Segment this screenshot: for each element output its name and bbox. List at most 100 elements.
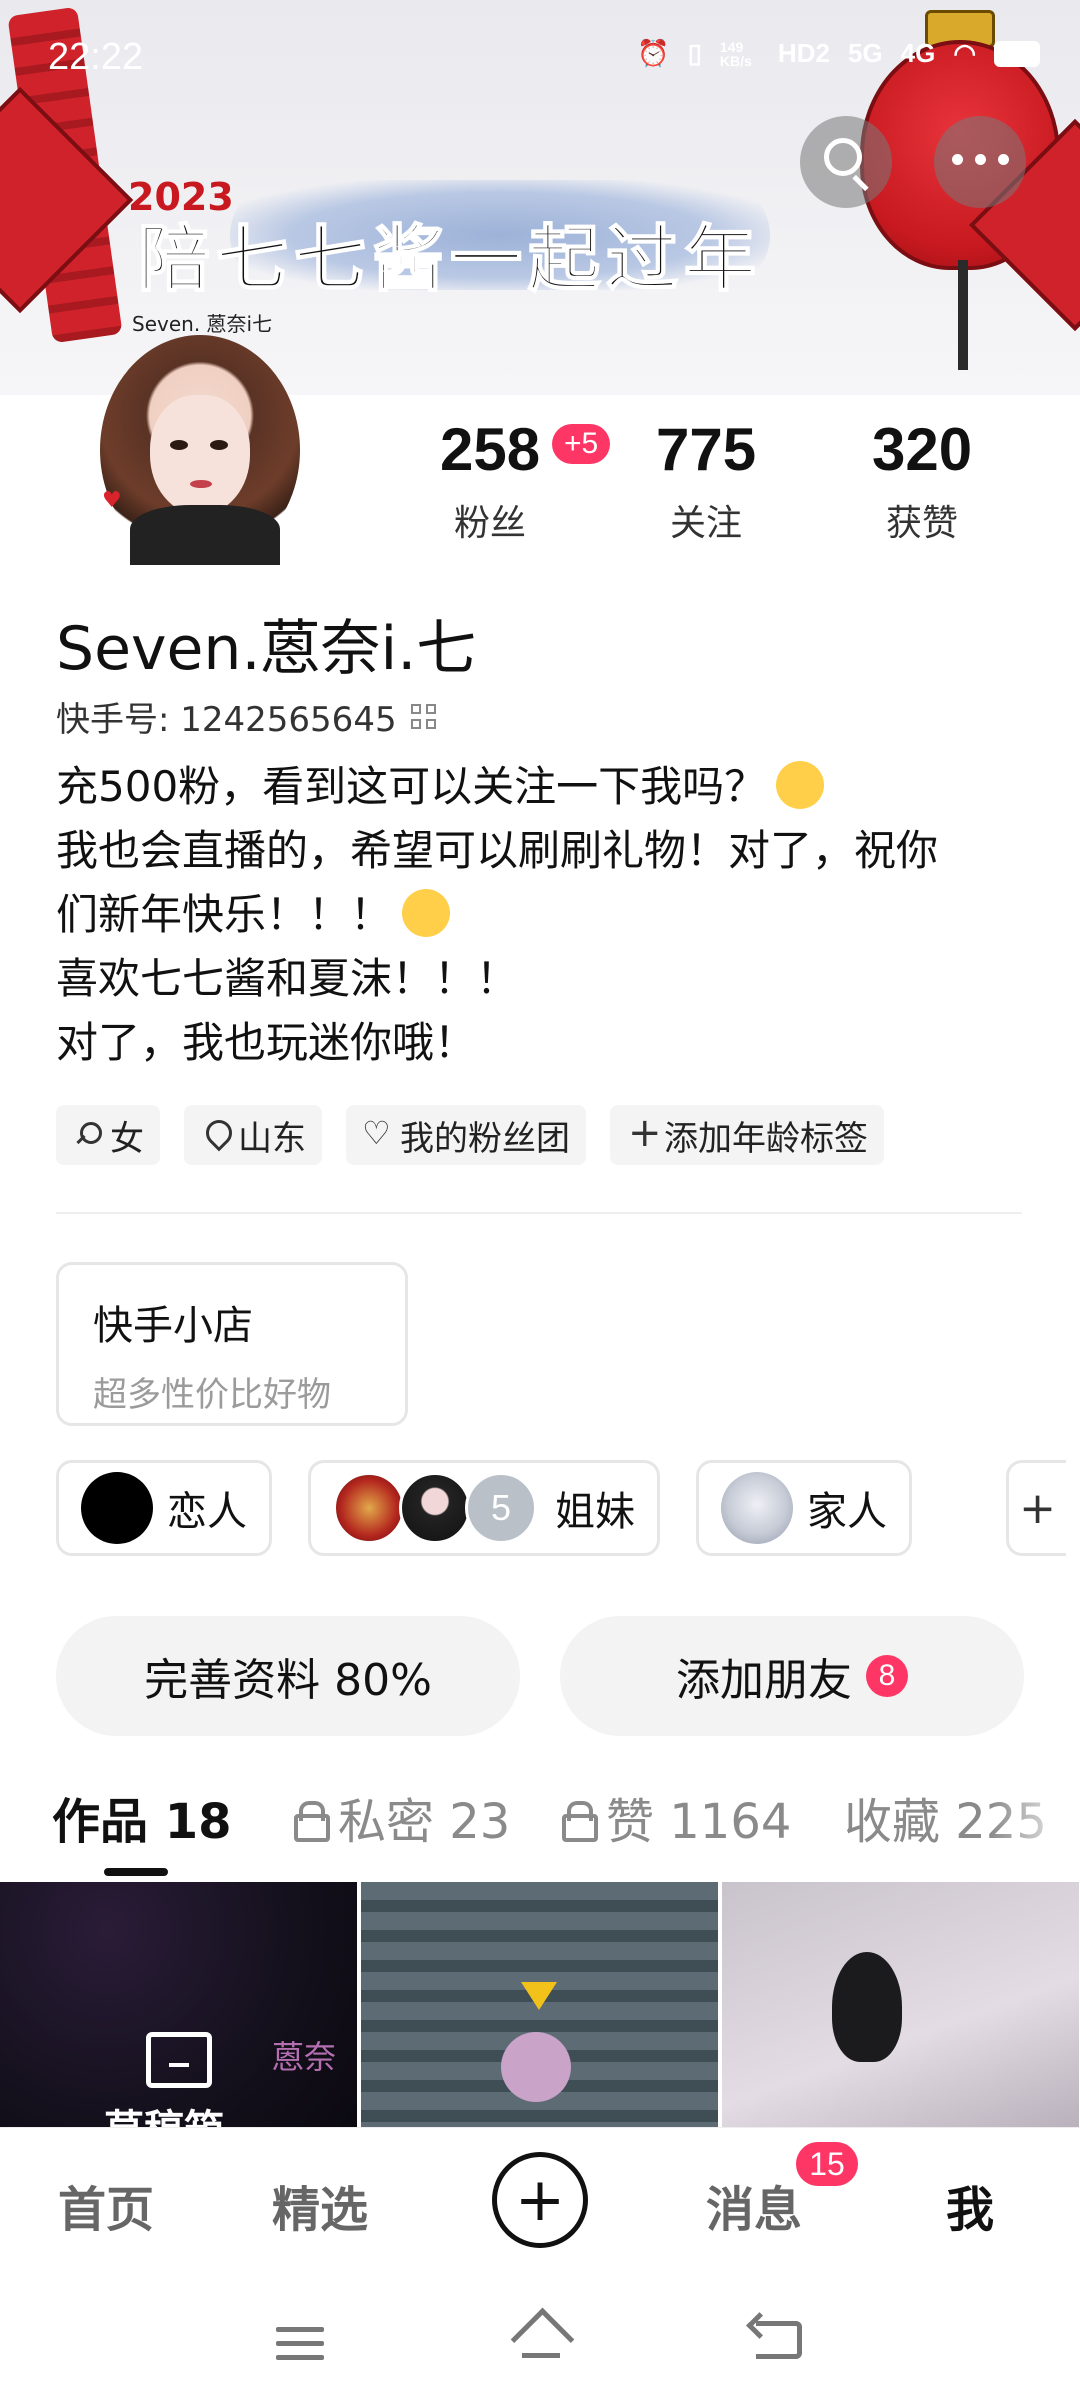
tag-fan-group-label: 我的粉丝团 bbox=[400, 1118, 570, 1159]
add-relation-button[interactable]: + bbox=[1006, 1460, 1066, 1556]
cell-watermark: 蒽奈 bbox=[272, 2038, 337, 2076]
relation-lover[interactable]: 恋人 bbox=[56, 1460, 272, 1556]
nav-home[interactable]: 首页 bbox=[58, 2170, 154, 2240]
status-bar: 22:22 ⏰ ▯ 149 KB/s HD2 5G 4G ◠ bbox=[0, 0, 1080, 120]
profile-tags: 女 山东 我的粉丝团 添加年龄标签 bbox=[56, 1105, 884, 1165]
tab-works-label: 作品 18 bbox=[52, 1794, 232, 1850]
relations-row: 恋人 5 姐妹 家人 bbox=[56, 1460, 912, 1556]
alarm-icon: ⏰ bbox=[637, 38, 670, 68]
video-thumbnail[interactable] bbox=[361, 1882, 718, 2127]
avatar-suit bbox=[130, 505, 280, 565]
qr-code-icon[interactable] bbox=[410, 704, 436, 729]
home-icon[interactable] bbox=[512, 2317, 568, 2361]
add-friend-button[interactable]: 添加朋友 8 bbox=[560, 1616, 1024, 1736]
heart-decoration-icon: ♥ bbox=[102, 488, 122, 513]
stat-following[interactable]: 775 关注 bbox=[656, 420, 756, 546]
complete-profile-label: 完善资料 80% bbox=[144, 1655, 432, 1706]
relation-family-label: 家人 bbox=[807, 1489, 887, 1535]
search-button[interactable] bbox=[800, 116, 892, 208]
system-nav-bar bbox=[0, 2277, 1080, 2400]
sister-avatar bbox=[333, 1472, 405, 1544]
hd-icon: HD2 bbox=[777, 38, 830, 68]
tag-location[interactable]: 山东 bbox=[184, 1105, 322, 1165]
draft-box-cell[interactable]: 草稿箱 蒽奈 bbox=[0, 1882, 357, 2127]
tag-gender[interactable]: 女 bbox=[56, 1105, 160, 1165]
tab-liked[interactable]: 赞 1164 bbox=[562, 1782, 791, 1852]
bio-text: 充500粉，看到这可以关注一下我吗？ bbox=[56, 762, 767, 811]
bio-text: 们新年快乐！！！ bbox=[56, 890, 393, 939]
bio-line: 喜欢七七酱和夏沫！！！ bbox=[56, 954, 519, 1003]
vibrate-icon: ▯ bbox=[687, 38, 702, 68]
plus-icon bbox=[626, 1110, 662, 1156]
tag-location-label: 山东 bbox=[238, 1118, 306, 1159]
character-thumbnail bbox=[501, 2032, 571, 2102]
wifi-icon: ◠ bbox=[953, 38, 976, 68]
tag-fan-group[interactable]: 我的粉丝团 bbox=[346, 1105, 586, 1165]
lantern-tassel-decoration bbox=[958, 260, 968, 370]
content-tabs: 作品 18 私密 23 赞 1164 收藏 225 bbox=[0, 1782, 1080, 1872]
nav-featured[interactable]: 精选 bbox=[272, 2170, 368, 2240]
complete-profile-button[interactable]: 完善资料 80% bbox=[56, 1616, 520, 1736]
tag-add-age[interactable]: 添加年龄标签 bbox=[610, 1105, 884, 1165]
location-pin-icon bbox=[200, 1120, 230, 1150]
works-grid: 草稿箱 蒽奈 bbox=[0, 1882, 1080, 2127]
nav-messages[interactable]: 消息 bbox=[706, 2170, 802, 2240]
lock-icon bbox=[562, 1801, 598, 1842]
shop-subtitle: 超多性价比好物 bbox=[93, 1375, 331, 1415]
more-dots-icon bbox=[952, 154, 1009, 165]
lock-icon bbox=[294, 1801, 330, 1842]
stat-following-value: 775 bbox=[656, 416, 757, 483]
heart-icon bbox=[362, 1114, 392, 1152]
more-options-button[interactable] bbox=[934, 116, 1026, 208]
sister-avatar bbox=[399, 1472, 471, 1544]
search-icon-handle bbox=[852, 174, 869, 192]
family-avatar bbox=[721, 1472, 793, 1544]
4g-signal-icon: 4G bbox=[900, 38, 936, 68]
relation-sisters[interactable]: 5 姐妹 bbox=[308, 1460, 660, 1556]
draft-box-label: 草稿箱 bbox=[104, 2097, 224, 2127]
tab-private[interactable]: 私密 23 bbox=[294, 1782, 510, 1852]
banner-title: 陪七七酱一起过年 bbox=[137, 216, 763, 302]
folder-icon bbox=[146, 2032, 212, 2088]
video-thumbnail[interactable] bbox=[722, 1882, 1079, 2127]
stat-fans-value: 258 bbox=[440, 416, 541, 483]
tab-works[interactable]: 作品 18 bbox=[52, 1782, 232, 1852]
character-thumbnail bbox=[832, 1952, 902, 2062]
avatar-lip bbox=[190, 480, 212, 488]
shop-title: 快手小店 bbox=[93, 1303, 253, 1349]
avatar-face bbox=[150, 395, 250, 515]
5g-signal-icon: 5G bbox=[847, 38, 883, 68]
tab-private-label: 私密 23 bbox=[338, 1794, 511, 1850]
nav-me[interactable]: 我 bbox=[946, 2170, 994, 2240]
add-friend-label: 添加朋友 bbox=[676, 1655, 852, 1706]
stat-likes[interactable]: 320 获赞 bbox=[872, 420, 972, 546]
kuaishou-id: 快手号: 1242565645 bbox=[56, 700, 397, 740]
shop-card[interactable]: 快手小店 超多性价比好物 bbox=[56, 1262, 408, 1426]
kiss-emoji-icon bbox=[402, 889, 451, 937]
relation-sisters-label: 姐妹 bbox=[555, 1489, 635, 1535]
add-friend-badge: 8 bbox=[866, 1655, 908, 1697]
tag-add-age-label: 添加年龄标签 bbox=[664, 1118, 868, 1159]
bio: 充500粉，看到这可以关注一下我吗？ 我也会直播的，希望可以刷刷礼物！对了，祝你… bbox=[56, 755, 1036, 1075]
back-icon[interactable] bbox=[756, 2321, 802, 2359]
menu-icon[interactable] bbox=[276, 2327, 324, 2369]
kuaishou-id-row[interactable]: 快手号: 1242565645 bbox=[56, 692, 436, 741]
bottom-nav: 首页 精选 + 消息 15 我 bbox=[0, 2127, 1080, 2277]
create-post-button[interactable]: + bbox=[492, 2152, 588, 2248]
bio-line: 充500粉，看到这可以关注一下我吗？ bbox=[56, 755, 1036, 819]
status-icons: ⏰ ▯ 149 KB/s HD2 5G 4G ◠ bbox=[637, 38, 1040, 69]
battery-icon bbox=[994, 40, 1040, 67]
stat-fans[interactable]: 258 粉丝 bbox=[440, 420, 540, 546]
female-icon bbox=[72, 1120, 102, 1150]
net-speed: 149 KB/s bbox=[719, 38, 752, 69]
sister-count-avatar: 5 bbox=[465, 1472, 537, 1544]
messages-badge: 15 bbox=[796, 2142, 858, 2186]
sister-avatars: 5 bbox=[333, 1472, 537, 1544]
divider bbox=[56, 1212, 1022, 1214]
stat-following-label: 关注 bbox=[670, 503, 743, 544]
nickname: Seven.蒽奈i.七 bbox=[56, 614, 477, 684]
relation-family[interactable]: 家人 bbox=[696, 1460, 912, 1556]
tab-liked-label: 赞 1164 bbox=[606, 1794, 792, 1850]
relation-lover-label: 恋人 bbox=[167, 1489, 247, 1535]
arrow-marker-icon bbox=[521, 1982, 557, 2010]
